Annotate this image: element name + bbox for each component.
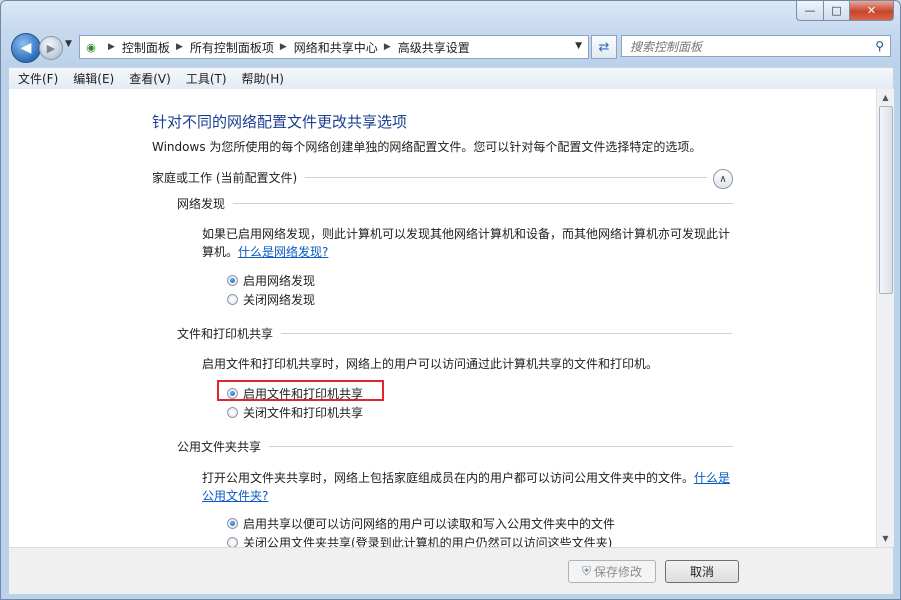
search-icon[interactable]: ⚲ [875,39,884,53]
radio-indicator[interactable] [227,518,238,529]
radio-indicator[interactable] [227,388,238,399]
scroll-up-icon[interactable]: ▲ [877,89,894,106]
divider [269,446,734,447]
breadcrumb-control-panel[interactable]: 控制面板 [122,39,170,56]
profile-header-label: 家庭或工作 (当前配置文件) [152,171,298,185]
radio-label[interactable]: 启用共享以便可以访问网络的用户可以读取和写入公用文件夹中的文件 [243,515,615,532]
radio-label[interactable]: 启用文件和打印机共享 [243,385,363,402]
content-pane: 针对不同的网络配置文件更改共享选项 Windows 为您所使用的每个网络创建单独… [9,89,876,547]
chevron-down-icon[interactable]: ▼ [575,41,582,51]
chevron-right-icon[interactable]: ▶ [384,42,391,52]
page-subtitle: Windows 为您所使用的每个网络创建单独的网络配置文件。您可以针对每个配置文… [152,140,702,154]
section-label: 公用文件夹共享 [177,440,262,454]
menu-tools[interactable]: 工具(T) [180,70,233,87]
chevron-right-icon[interactable]: ▶ [280,42,287,52]
network-discovery-description: 如果已启用网络发现，则此计算机可以发现其他网络计算机和设备，而其他网络计算机亦可… [202,225,732,261]
breadcrumb-advanced-sharing[interactable]: 高级共享设置 [398,39,470,56]
profile-header: 家庭或工作 (当前配置文件) [152,169,708,186]
radio-label[interactable]: 关闭网络发现 [243,291,315,308]
radio-indicator[interactable] [227,294,238,305]
radio-disable-file-sharing[interactable]: 关闭文件和打印机共享 [227,404,363,421]
network-discovery-header: 网络发现 [177,195,734,212]
menu-bar: 文件(F) 编辑(E) 查看(V) 工具(T) 帮助(H) [9,67,893,90]
recent-pages-dropdown[interactable]: ▼ [65,39,72,49]
radio-indicator[interactable] [227,275,238,286]
section-label: 网络发现 [177,197,226,211]
navigation-bar: ◀ ▶ ▼ ◉ ▶ 控制面板 ▶ 所有控制面板项 ▶ 网络和共享中心 ▶ 高级共… [9,33,893,63]
radio-disable-discovery[interactable]: 关闭网络发现 [227,291,315,308]
shield-icon: ⛨ [581,564,591,578]
radio-label[interactable]: 启用网络发现 [243,272,315,289]
public-folder-sharing-description: 打开公用文件夹共享时，网络上包括家庭组成员在内的用户都可以访问公用文件夹中的文件… [202,469,732,505]
control-panel-window: — □ ✕ ◀ ▶ ▼ ◉ ▶ 控制面板 ▶ 所有控制面板项 ▶ 网络和共享中心… [0,0,901,600]
vertical-scrollbar[interactable]: ▲ ▼ [876,89,894,547]
cancel-button[interactable]: 取消 [665,560,739,583]
maximize-button[interactable]: □ [824,1,850,21]
scrollbar-thumb[interactable] [879,106,893,294]
radio-label[interactable]: 关闭文件和打印机共享 [243,404,363,421]
section-label: 文件和打印机共享 [177,327,274,341]
chevron-right-icon[interactable]: ▶ [176,42,183,52]
caption-buttons: — □ ✕ [796,1,894,21]
radio-label[interactable]: 关闭公用文件夹共享(登录到此计算机的用户仍然可以访问这些文件夹) [243,534,612,547]
menu-help[interactable]: 帮助(H) [236,70,290,87]
collapse-chevron-icon[interactable]: ∧ [713,169,733,189]
file-printer-sharing-header: 文件和打印机共享 [177,325,733,342]
close-button[interactable]: ✕ [850,1,894,21]
search-box[interactable]: ⚲ [621,35,891,57]
chevron-right-icon[interactable]: ▶ [108,42,115,52]
divider [281,333,733,334]
save-changes-button[interactable]: ⛨ 保存修改 [568,560,656,583]
breadcrumb-network-center[interactable]: 网络和共享中心 [294,39,378,56]
radio-disable-public-sharing[interactable]: 关闭公用文件夹共享(登录到此计算机的用户仍然可以访问这些文件夹) [227,534,612,547]
radio-enable-file-sharing[interactable]: 启用文件和打印机共享 [227,385,363,402]
radio-indicator[interactable] [227,407,238,418]
back-arrow-icon[interactable]: ◀ [11,33,41,63]
network-discovery-help-link[interactable]: 什么是网络发现? [238,245,328,259]
breadcrumb-all-items[interactable]: 所有控制面板项 [190,39,274,56]
forward-arrow-icon[interactable]: ▶ [39,36,63,60]
divider [233,203,734,204]
public-folder-sharing-header: 公用文件夹共享 [177,438,734,455]
minimize-button[interactable]: — [796,1,824,21]
divider [305,177,708,178]
refresh-icon[interactable]: ⇄ [591,35,617,59]
menu-edit[interactable]: 编辑(E) [67,70,120,87]
radio-enable-public-sharing[interactable]: 启用共享以便可以访问网络的用户可以读取和写入公用文件夹中的文件 [227,515,615,532]
save-label[interactable]: 保存修改 [594,563,642,580]
radio-enable-discovery[interactable]: 启用网络发现 [227,272,315,289]
dialog-footer: ⛨ 保存修改 取消 [9,547,893,594]
network-icon: ◉ [86,40,96,54]
description-text: 打开公用文件夹共享时，网络上包括家庭组成员在内的用户都可以访问公用文件夹中的文件… [202,471,695,485]
menu-file[interactable]: 文件(F) [12,70,64,87]
radio-indicator[interactable] [227,537,238,547]
menu-view[interactable]: 查看(V) [123,70,177,87]
search-input[interactable] [628,37,872,57]
file-printer-sharing-description: 启用文件和打印机共享时，网络上的用户可以访问通过此计算机共享的文件和打印机。 [202,357,659,371]
scroll-down-icon[interactable]: ▼ [877,530,894,547]
page-title: 针对不同的网络配置文件更改共享选项 [152,113,408,131]
address-bar[interactable]: ◉ ▶ 控制面板 ▶ 所有控制面板项 ▶ 网络和共享中心 ▶ 高级共享设置 ▼ [79,35,589,59]
